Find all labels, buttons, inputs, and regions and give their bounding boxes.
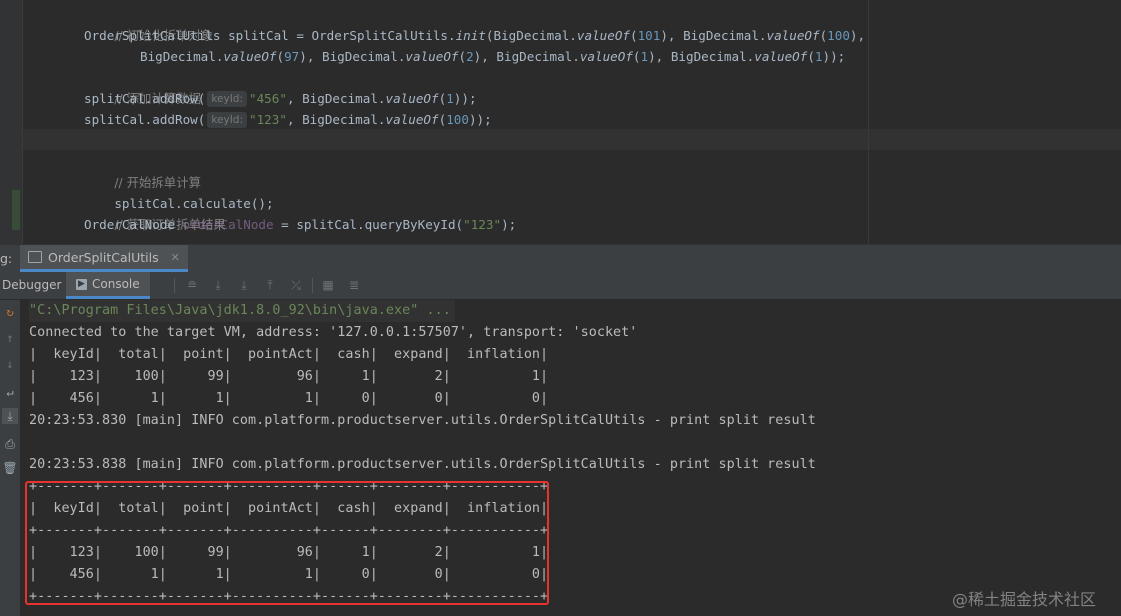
type-name: OrderSplitCalUtils	[84, 28, 221, 43]
vcs-change-marker	[12, 190, 20, 230]
console-line: | keyId| total| point| pointAct| cash| e…	[29, 347, 549, 362]
string-literal: "123"	[463, 217, 502, 232]
step-into-icon[interactable]: ⤓	[236, 277, 252, 293]
run-to-cursor-icon[interactable]: ⤰	[288, 277, 304, 293]
code-text: (BigDecimal.	[485, 28, 577, 43]
number-literal: 101	[637, 28, 661, 43]
code-line-4[interactable]: // 添加计算数据	[84, 67, 201, 106]
method-name: valueOf	[385, 112, 439, 127]
code-text: ), BigDecimal.	[473, 49, 580, 64]
debug-toolbar: Debugger ▶ Console ≘ ⤓ ⤓ ⤒ ⤰ ▦ ≣	[0, 272, 1121, 300]
soft-wrap-icon[interactable]: ↵	[2, 384, 18, 400]
evaluate-expression-icon[interactable]: ▦	[320, 277, 336, 293]
number-literal: 100	[827, 28, 850, 43]
clear-all-icon[interactable]: 🗑	[2, 460, 18, 476]
code-line-11[interactable]: OrderCalNode orderCalNode = splitCal.que…	[84, 214, 516, 235]
code-line-9[interactable]: splitCal.calculate();	[84, 172, 273, 211]
console-icon: ▶	[76, 278, 87, 290]
number-literal: 2	[466, 49, 474, 64]
debug-label: g:	[0, 251, 13, 266]
code-text: );	[501, 217, 517, 232]
string-literal: "123"	[249, 112, 287, 127]
show-execution-point-icon[interactable]: ≘	[184, 277, 200, 293]
code-text: , BigDecimal.	[286, 112, 386, 127]
code-text: ));	[453, 91, 477, 106]
console-line: 20:23:53.830 [main] INFO com.platform.pr…	[29, 413, 816, 428]
code-text: , BigDecimal.	[286, 91, 386, 106]
method-name: valueOf	[223, 49, 277, 64]
annotation-highlight-box	[25, 481, 549, 605]
string-literal: "456"	[249, 91, 287, 106]
method-name: valueOf	[405, 49, 459, 64]
code-text: splitCal.addRow(	[84, 112, 206, 127]
session-tab-label: OrderSplitCalUtils	[48, 249, 159, 265]
console-line: | 456| 1| 1| 1| 0| 0| 0|	[29, 391, 549, 406]
current-line-highlight	[23, 129, 1121, 150]
method-name: valueOf	[579, 49, 633, 64]
unused-variable: orderCalNode	[182, 217, 274, 232]
debug-session-tab[interactable]: OrderSplitCalUtils ✕	[20, 245, 188, 272]
step-over-icon[interactable]: ⤓	[210, 277, 226, 293]
variable-name: splitCal	[228, 28, 289, 43]
code-text: ),	[849, 28, 866, 43]
close-icon[interactable]: ✕	[171, 251, 180, 264]
console-line: "C:\Program Files\Java\jdk1.8.0_92\bin\j…	[29, 300, 455, 322]
toolbar-separator	[174, 278, 175, 293]
code-text: ), BigDecimal.	[299, 49, 406, 64]
debug-tool-window-header: g: OrderSplitCalUtils ✕	[0, 244, 1121, 273]
trace-stream-icon[interactable]: ≣	[346, 277, 362, 293]
method-name: valueOf	[754, 49, 808, 64]
method-name: valueOf	[385, 91, 439, 106]
code-text: = splitCal.queryByKeyId(	[273, 217, 464, 232]
toolbar-separator	[312, 278, 313, 293]
parameter-hint: keyId:	[207, 112, 248, 128]
number-literal: 1	[446, 91, 454, 106]
down-arrow-icon[interactable]: ↓	[2, 356, 18, 372]
code-line-1[interactable]: // 初始化拆单对象	[84, 4, 213, 43]
session-window-icon	[28, 251, 42, 263]
console-side-toolbar: ↻ ↑ ↓ ↵ ⤓ ⎙ 🗑	[0, 300, 21, 616]
print-icon[interactable]: ⎙	[2, 436, 18, 452]
code-line-3[interactable]: BigDecimal.valueOf(97), BigDecimal.value…	[140, 46, 845, 67]
code-text: ), BigDecimal.	[648, 49, 755, 64]
code-line-2[interactable]: OrderSplitCalUtils splitCal = OrderSplit…	[84, 25, 865, 46]
console-line: Connected to the target VM, address: '12…	[29, 325, 638, 340]
method-name: valueOf	[576, 28, 630, 43]
step-out-icon[interactable]: ⤒	[262, 277, 278, 293]
code-editor[interactable]: // 初始化拆单对象 OrderSplitCalUtils splitCal =…	[0, 0, 1121, 244]
code-line-8[interactable]: // 开始拆单计算	[84, 151, 201, 190]
code-text: BigDecimal.	[140, 49, 224, 64]
operator: =	[288, 28, 312, 43]
code-text: ));	[468, 112, 492, 127]
tab-console-label: Console	[92, 276, 140, 291]
tab-console[interactable]: ▶ Console	[66, 272, 150, 299]
number-literal: 97	[284, 49, 300, 64]
number-literal: 100	[446, 112, 469, 127]
up-arrow-icon[interactable]: ↑	[2, 330, 18, 346]
code-line-6[interactable]: splitCal.addRow(keyId: "123", BigDecimal.…	[84, 109, 492, 130]
console-line: 20:23:53.838 [main] INFO com.platform.pr…	[29, 457, 816, 472]
code-text: ));	[822, 49, 846, 64]
tab-debugger[interactable]: Debugger	[0, 272, 69, 299]
code-text: splitCal.addRow(	[84, 91, 206, 106]
class-ref: OrderSplitCalUtils.	[311, 28, 456, 43]
number-literal: 1	[640, 49, 649, 64]
parameter-hint: keyId:	[207, 91, 248, 107]
method-name: init	[455, 28, 486, 43]
type-name: OrderCalNode	[84, 217, 183, 232]
code-text: ), BigDecimal.	[660, 28, 767, 43]
right-margin-guide	[868, 0, 869, 244]
console-line: | 123| 100| 99| 96| 1| 2| 1|	[29, 369, 549, 384]
watermark: @稀土掘金技术社区	[952, 590, 1097, 609]
scroll-to-end-icon[interactable]: ⤓	[2, 408, 18, 424]
number-literal: 1	[814, 49, 823, 64]
method-name: valueOf	[766, 28, 820, 43]
code-line-5[interactable]: splitCal.addRow(keyId: "456", BigDecimal.…	[84, 88, 477, 109]
rerun-icon[interactable]: ↻	[2, 304, 18, 320]
code-line-10[interactable]: // 获取订单拆单结果	[84, 193, 225, 232]
